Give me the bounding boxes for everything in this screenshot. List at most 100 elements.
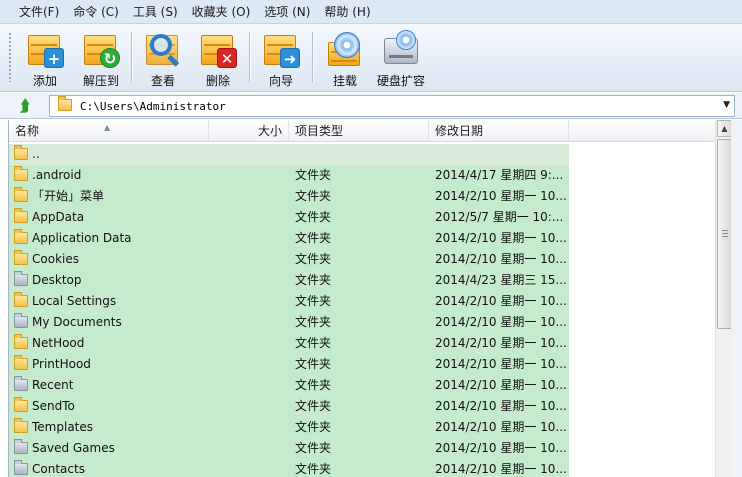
column-size[interactable]: 大小 [209, 120, 289, 142]
file-name: Saved Games [32, 441, 115, 455]
file-row[interactable]: Desktop 文件夹 2014/4/23 星期三 15... [9, 270, 715, 291]
file-type: 文件夹 [295, 357, 332, 371]
toolbar-separator [131, 32, 132, 82]
file-type: 文件夹 [295, 189, 332, 203]
magnifier-icon [144, 30, 182, 68]
file-name: Cookies [32, 252, 79, 266]
file-modified-date: 2014/2/10 星期一 10... [435, 231, 567, 245]
mount-button[interactable]: 挂载 [322, 30, 368, 88]
toolbar: + 添加 ↻ 解压到 查看 ✕ 删除 ➜ 向导 挂载 硬盘扩容 [0, 24, 742, 92]
menu-help[interactable]: 帮助 (H) [317, 2, 377, 22]
file-name: My Documents [32, 315, 122, 329]
file-modified-date [435, 144, 567, 165]
column-type[interactable]: 项目类型 [289, 120, 429, 142]
file-name: Contacts [32, 462, 85, 476]
file-row[interactable]: My Documents 文件夹 2014/2/10 星期一 10... [9, 312, 715, 333]
mount-label: 挂载 [332, 74, 357, 88]
folder-icon [14, 187, 28, 203]
file-modified-date: 2014/2/10 星期一 10... [435, 315, 567, 329]
menu-favorites[interactable]: 收藏夹 (O) [185, 2, 258, 22]
disk-expand-button[interactable]: 硬盘扩容 [374, 30, 428, 88]
extract-label: 解压到 [82, 74, 119, 88]
file-name: NetHood [32, 336, 85, 350]
folder-icon [14, 250, 28, 266]
parent-directory-row[interactable]: .. [9, 144, 715, 165]
wizard-arrow-icon: ➜ [262, 30, 300, 68]
file-modified-date: 2014/2/10 星期一 10... [435, 189, 567, 203]
scroll-thumb[interactable] [717, 139, 732, 329]
file-row[interactable]: AppData 文件夹 2012/5/7 星期一 10:... [9, 207, 715, 228]
scroll-up-icon[interactable]: ▲ [717, 120, 732, 137]
file-type: 文件夹 [295, 210, 332, 224]
file-type [295, 144, 425, 165]
window-edge [731, 120, 742, 477]
file-row[interactable]: Cookies 文件夹 2014/2/10 星期一 10... [9, 249, 715, 270]
file-modified-date: 2014/2/10 星期一 10... [435, 441, 567, 455]
file-modified-date: 2014/2/10 星期一 10... [435, 252, 567, 266]
file-row[interactable]: Recent 文件夹 2014/2/10 星期一 10... [9, 375, 715, 396]
menu-options[interactable]: 选项 (N) [257, 2, 317, 22]
extract-to-button[interactable]: ↻ 解压到 [76, 30, 126, 88]
menu-bar: 文件(F) 命令 (C) 工具 (S) 收藏夹 (O) 选项 (N) 帮助 (H… [0, 0, 742, 24]
toolbar-grip[interactable] [8, 32, 12, 82]
column-name-label: 名称 [15, 124, 40, 138]
vertical-scrollbar[interactable]: ▲ [715, 120, 732, 477]
file-type: 文件夹 [295, 378, 332, 392]
folder-icon [14, 418, 28, 434]
delete-label: 删除 [205, 74, 230, 88]
menu-tools[interactable]: 工具 (S) [126, 2, 185, 22]
add-button[interactable]: + 添加 [22, 30, 68, 88]
contacts-folder-icon [14, 460, 28, 476]
file-modified-date: 2014/2/10 星期一 10... [435, 378, 567, 392]
file-list: 名称 ▲ 大小 项目类型 修改日期 .. .android 文件夹 2014/4/17… [8, 120, 742, 477]
view-button[interactable]: 查看 [140, 30, 186, 88]
menu-commands[interactable]: 命令 (C) [66, 2, 126, 22]
file-modified-date: 2014/2/10 星期一 10... [435, 294, 567, 308]
wizard-button[interactable]: ➜ 向导 [258, 30, 304, 88]
mount-disc-icon [326, 30, 364, 68]
folder-icon [14, 229, 28, 245]
file-type: 文件夹 [295, 231, 332, 245]
wizard-label: 向导 [268, 74, 293, 88]
file-row[interactable]: .android 文件夹 2014/4/17 星期四 9:... [9, 165, 715, 186]
file-row[interactable]: SendTo 文件夹 2014/2/10 星期一 10... [9, 396, 715, 417]
up-arrow-icon: ⮭ [20, 96, 30, 115]
up-folder-button[interactable]: ⮭ [19, 97, 37, 115]
file-row[interactable]: PrintHood 文件夹 2014/2/10 星期一 10... [9, 354, 715, 375]
file-type: 文件夹 [295, 462, 332, 476]
dropdown-arrow-icon[interactable]: ▼ [723, 100, 730, 110]
file-row[interactable]: NetHood 文件夹 2014/2/10 星期一 10... [9, 333, 715, 354]
file-row[interactable]: Templates 文件夹 2014/2/10 星期一 10... [9, 417, 715, 438]
menu-file[interactable]: 文件(F) [12, 2, 66, 22]
file-modified-date: 2014/2/10 星期一 10... [435, 462, 567, 476]
documents-folder-icon [14, 313, 28, 329]
file-name: Local Settings [32, 294, 117, 308]
file-name: Templates [32, 420, 94, 434]
file-row[interactable]: Contacts 文件夹 2014/2/10 星期一 10... [9, 459, 715, 477]
column-modified[interactable]: 修改日期 [429, 120, 569, 142]
column-name[interactable]: 名称 ▲ [9, 120, 209, 142]
recent-folder-icon [14, 376, 28, 392]
address-combobox[interactable]: C:\Users\Administrator ▼ [49, 95, 735, 117]
address-bar: ⮭ C:\Users\Administrator ▼ [0, 93, 742, 119]
disk-expand-label: 硬盘扩容 [376, 74, 425, 88]
folder-icon [14, 355, 28, 371]
list-header: 名称 ▲ 大小 项目类型 修改日期 [9, 120, 715, 142]
extract-icon: ↻ [82, 30, 120, 68]
folder-icon [58, 96, 72, 111]
file-name: .. [32, 147, 40, 161]
file-name: 「开始」菜单 [32, 189, 105, 203]
file-row[interactable]: Application Data 文件夹 2014/2/10 星期一 10... [9, 228, 715, 249]
hard-disk-icon [382, 30, 420, 68]
folder-icon [14, 334, 28, 350]
folder-icon [14, 292, 28, 308]
file-row[interactable]: 「开始」菜单 文件夹 2014/2/10 星期一 10... [9, 186, 715, 207]
file-row[interactable]: Saved Games 文件夹 2014/2/10 星期一 10... [9, 438, 715, 459]
file-type: 文件夹 [295, 336, 332, 350]
file-row[interactable]: Local Settings 文件夹 2014/2/10 星期一 10... [9, 291, 715, 312]
file-name: AppData [32, 210, 85, 224]
file-type: 文件夹 [295, 294, 332, 308]
file-modified-date: 2014/2/10 星期一 10... [435, 357, 567, 371]
file-modified-date: 2012/5/7 星期一 10:... [435, 210, 564, 224]
delete-button[interactable]: ✕ 删除 [195, 30, 241, 88]
